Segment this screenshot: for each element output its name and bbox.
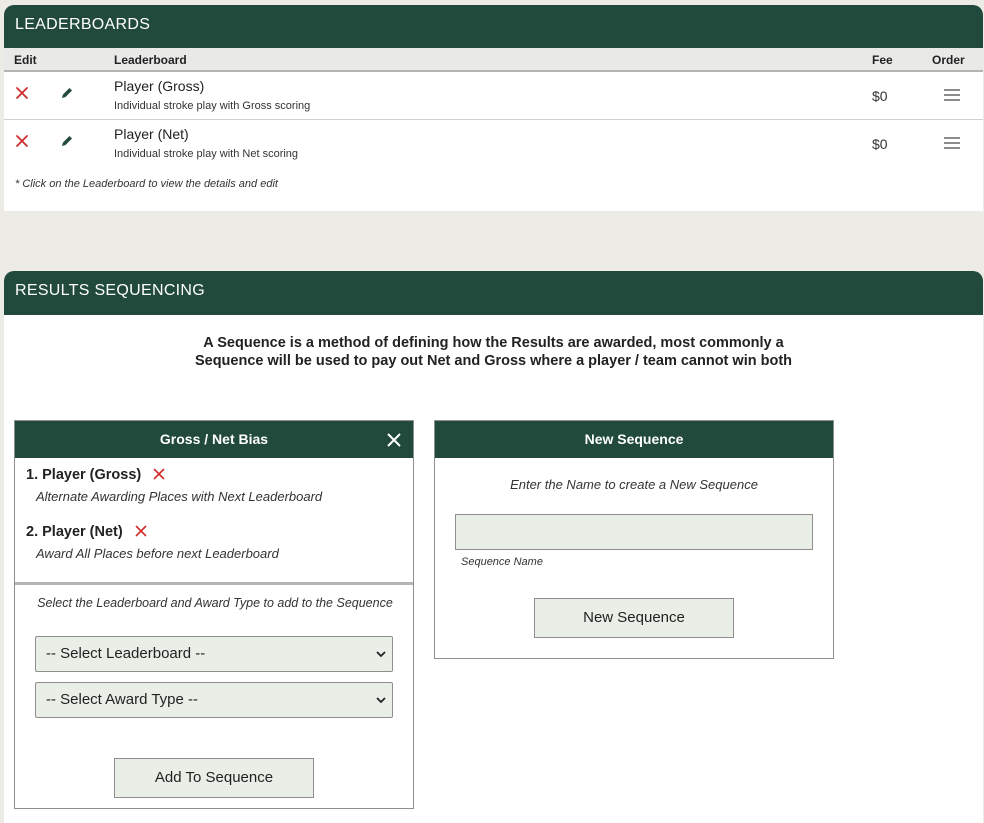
leaderboard-name[interactable]: Player (Net) — [114, 126, 189, 142]
chevron-down-icon — [376, 697, 386, 704]
sequence-card-header: Gross / Net Bias — [15, 421, 413, 458]
drag-order-hamburger-icon[interactable] — [944, 136, 960, 150]
close-icon[interactable] — [387, 433, 401, 447]
sequence-item-award-type: Alternate Awarding Places with Next Lead… — [36, 489, 323, 504]
leaderboards-table-header: Edit Leaderboard Fee Order — [4, 48, 983, 72]
sequence-card: Gross / Net Bias 1. Player (Gross) Alter… — [14, 420, 414, 809]
leaderboard-description: Individual stroke play with Gross scorin… — [114, 100, 311, 112]
column-edit: Edit — [14, 53, 37, 67]
chevron-down-icon — [376, 651, 386, 658]
sequence-name-label: Sequence Name — [461, 556, 543, 568]
intro-line: Sequence will be used to pay out Net and… — [194, 353, 793, 369]
intro-line: A Sequence is a method of defining how t… — [203, 335, 784, 351]
select-leaderboard-dropdown[interactable]: -- Select Leaderboard -- — [35, 636, 393, 672]
sequence-item: 1. Player (Gross) Alternate Awarding Pla… — [26, 467, 322, 504]
table-row[interactable]: Player (Gross) Individual stroke play wi… — [4, 72, 983, 120]
leaderboard-name[interactable]: Player (Gross) — [114, 78, 204, 94]
delete-x-icon[interactable] — [14, 133, 30, 149]
edit-pencil-icon[interactable] — [59, 85, 75, 101]
new-sequence-button[interactable]: New Sequence — [534, 598, 734, 638]
remove-x-icon[interactable] — [153, 468, 165, 480]
table-row[interactable]: Player (Net) Individual stroke play with… — [4, 120, 983, 168]
leaderboards-panel: Edit Leaderboard Fee Order Player (Gross… — [4, 48, 983, 211]
delete-x-icon[interactable] — [14, 85, 30, 101]
results-sequencing-header: RESULTS SEQUENCING — [4, 271, 983, 315]
results-sequencing-title: RESULTS SEQUENCING — [15, 282, 206, 299]
new-sequence-card: New Sequence Enter the Name to create a … — [434, 420, 834, 659]
column-order: Order — [932, 53, 965, 67]
edit-pencil-icon[interactable] — [59, 133, 75, 149]
sequence-card-title: Gross / Net Bias — [159, 431, 269, 447]
select-award-type-value: -- Select Award Type -- — [46, 691, 199, 708]
leaderboard-description: Individual stroke play with Net scoring — [114, 148, 299, 160]
select-leaderboard-value: -- Select Leaderboard -- — [46, 645, 206, 662]
sequence-item-award-type: Award All Places before next Leaderboard — [36, 546, 279, 561]
leaderboards-title: LEADERBOARDS — [15, 16, 151, 33]
sequence-item-title: 2. Player (Net) — [26, 524, 123, 540]
leaderboard-fee: $0 — [872, 88, 888, 104]
remove-x-icon[interactable] — [135, 525, 147, 537]
drag-order-hamburger-icon[interactable] — [944, 88, 960, 102]
sequence-name-input[interactable] — [455, 514, 813, 550]
leaderboard-fee: $0 — [872, 136, 888, 152]
divider — [15, 582, 413, 585]
select-award-type-dropdown[interactable]: -- Select Award Type -- — [35, 682, 393, 718]
column-leaderboard: Leaderboard — [114, 53, 187, 67]
new-sequence-card-header: New Sequence — [435, 421, 833, 458]
sequence-intro-text: A Sequence is a method of defining how t… — [4, 334, 983, 370]
leaderboards-note: * Click on the Leaderboard to view the d… — [15, 178, 278, 190]
new-sequence-instruction: Enter the Name to create a New Sequence — [510, 477, 758, 492]
column-fee: Fee — [872, 53, 893, 67]
select-instruction: Select the Leaderboard and Award Type to… — [37, 596, 393, 610]
sequence-item: 2. Player (Net) Award All Places before … — [26, 524, 279, 561]
new-sequence-card-title: New Sequence — [584, 431, 684, 447]
sequence-item-title: 1. Player (Gross) — [26, 467, 142, 483]
add-to-sequence-button[interactable]: Add To Sequence — [114, 758, 314, 798]
leaderboards-header: LEADERBOARDS — [4, 5, 983, 48]
